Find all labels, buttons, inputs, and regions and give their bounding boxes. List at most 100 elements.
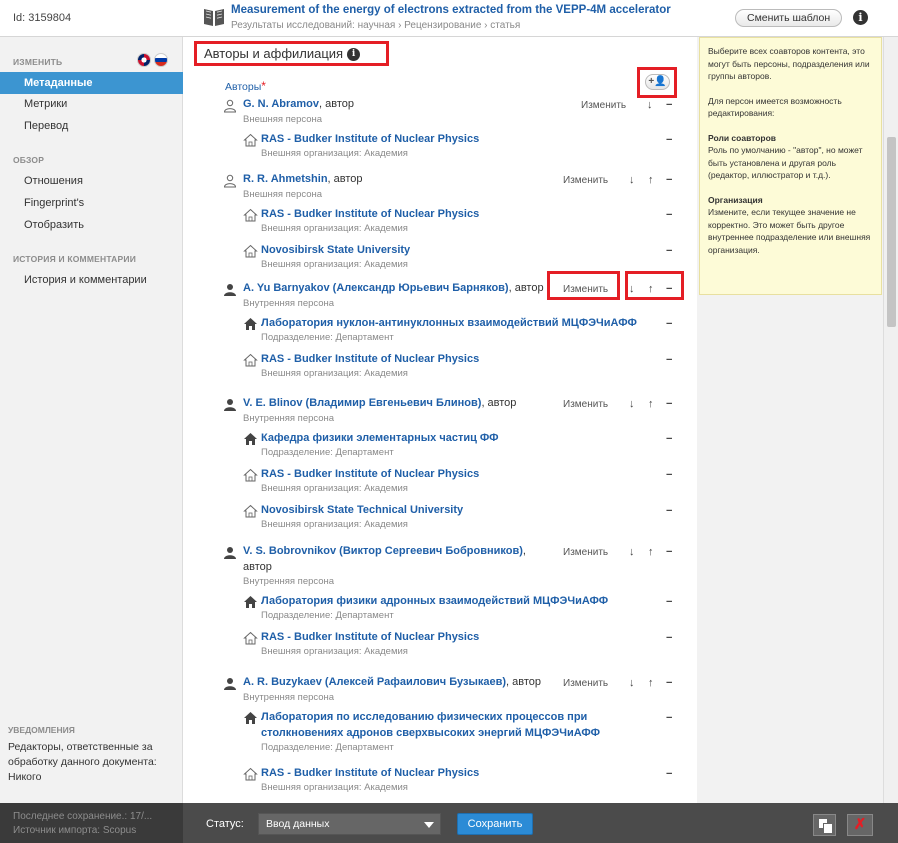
move-down-icon[interactable]: ↓ bbox=[629, 546, 635, 558]
home-icon bbox=[244, 318, 257, 330]
remove-affiliation-icon[interactable]: − bbox=[666, 354, 672, 366]
sidebar-item-translation[interactable]: Перевод bbox=[24, 120, 68, 132]
notifications-text: Редакторы, ответственные за обработку да… bbox=[8, 741, 157, 783]
author-name-link[interactable]: R. R. Ahmetshin bbox=[243, 173, 328, 185]
affiliation-name-link-continued[interactable]: столкновениях адронов сверхвысоких энерг… bbox=[261, 727, 600, 739]
close-button[interactable]: ✗ bbox=[847, 814, 873, 836]
save-button[interactable]: Сохранить bbox=[457, 813, 533, 835]
affiliation-name-link[interactable]: Novosibirsk State Technical University bbox=[261, 504, 463, 516]
edit-author-button[interactable]: Изменить bbox=[563, 547, 608, 558]
remove-affiliation-icon[interactable]: − bbox=[666, 596, 672, 608]
header: Id: 3159804 Measurement of the energy of… bbox=[0, 0, 898, 37]
move-down-icon[interactable]: ↓ bbox=[629, 398, 635, 410]
right-column-background bbox=[699, 295, 883, 803]
affiliation-name-link[interactable]: RAS - Budker Institute of Nuclear Physic… bbox=[261, 133, 479, 145]
remove-author-icon[interactable]: − bbox=[666, 398, 672, 410]
move-down-icon[interactable]: ↓ bbox=[647, 99, 653, 111]
scrollbar-thumb[interactable] bbox=[887, 137, 896, 327]
move-up-icon[interactable]: ↑ bbox=[648, 546, 654, 558]
copy-icon[interactable] bbox=[813, 814, 836, 836]
info-icon[interactable]: i bbox=[853, 10, 868, 25]
affiliation-name-link[interactable]: Лаборатория нуклон-антинуклонных взаимод… bbox=[261, 317, 637, 329]
help-roles: Роли соавторов Роль по умолчанию - "автор… bbox=[708, 132, 873, 182]
footer-info: Последнее сохранение.: 17/... Источник и… bbox=[0, 803, 183, 843]
help-intro: Выберите всех соавторов контента, это мо… bbox=[708, 46, 870, 81]
import-source-text: Источник импорта: Scopus bbox=[13, 825, 137, 836]
author-name: V. E. Blinov (Владимир Евгеньевич Блинов… bbox=[243, 397, 516, 409]
author-name-link[interactable]: A. Yu Barnyakov (Александр Юрьевич Барня… bbox=[243, 282, 509, 294]
affiliation-name-link[interactable]: RAS - Budker Institute of Nuclear Physic… bbox=[261, 631, 479, 643]
edit-author-button[interactable]: Изменить bbox=[581, 100, 626, 111]
affiliation-name-link[interactable]: RAS - Budker Institute of Nuclear Physic… bbox=[261, 353, 479, 365]
affiliation-type: Внешняя организация: Академия bbox=[261, 646, 408, 657]
affiliation-name-link[interactable]: RAS - Budker Institute of Nuclear Physic… bbox=[261, 767, 479, 779]
affiliation-name-link[interactable]: Лаборатория по исследованию физических п… bbox=[261, 711, 587, 723]
home-outline-icon bbox=[243, 767, 258, 781]
sidebar-item-display[interactable]: Отобразить bbox=[24, 219, 84, 231]
remove-affiliation-icon[interactable]: − bbox=[666, 134, 672, 146]
uk-flag-icon[interactable] bbox=[137, 53, 151, 67]
change-template-button[interactable]: Сменить шаблон bbox=[735, 9, 843, 27]
remove-affiliation-icon[interactable]: − bbox=[666, 768, 672, 780]
sidebar-heading-edit: ИЗМЕНИТЬ bbox=[13, 57, 63, 67]
remove-author-icon[interactable]: − bbox=[666, 677, 672, 689]
edit-author-button[interactable]: Изменить bbox=[563, 175, 608, 186]
status-select[interactable]: Ввод данных bbox=[258, 813, 441, 835]
remove-affiliation-icon[interactable]: − bbox=[666, 318, 672, 330]
section-title-text: Авторы и аффилиация bbox=[204, 46, 344, 61]
move-up-icon[interactable]: ↑ bbox=[648, 398, 654, 410]
edit-author-button[interactable]: Изменить bbox=[563, 678, 608, 689]
status-select-value: Ввод данных bbox=[266, 818, 330, 830]
home-icon bbox=[244, 433, 257, 445]
person-icon bbox=[224, 547, 236, 559]
author-type: Внутренняя персона bbox=[243, 413, 335, 424]
remove-author-icon[interactable]: − bbox=[666, 99, 672, 111]
sidebar-item-metadata[interactable]: Метаданные bbox=[0, 72, 191, 94]
affiliation-name-link[interactable]: Кафедра физики элементарных частиц ФФ bbox=[261, 432, 499, 444]
remove-affiliation-icon[interactable]: − bbox=[666, 245, 672, 257]
section-info-icon[interactable]: i bbox=[347, 48, 361, 62]
chevron-down-icon bbox=[424, 822, 434, 828]
main-content: Авторы и аффилиация i Авторы* +👤 G. N. Ab… bbox=[183, 37, 697, 803]
author-role: , автор bbox=[319, 98, 354, 110]
sidebar-item-relations[interactable]: Отношения bbox=[24, 175, 83, 187]
person-outline-icon bbox=[223, 99, 237, 113]
remove-affiliation-icon[interactable]: − bbox=[666, 505, 672, 517]
move-down-icon[interactable]: ↓ bbox=[629, 174, 635, 186]
affiliation-type: Внешняя организация: Академия bbox=[261, 223, 408, 234]
author-role: , bbox=[522, 545, 526, 557]
ru-flag-icon[interactable] bbox=[154, 53, 168, 67]
remove-affiliation-icon[interactable]: − bbox=[666, 632, 672, 644]
affiliation-name-link[interactable]: Лаборатория физики адронных взаимодейств… bbox=[261, 595, 608, 607]
sidebar-item-fingerprints[interactable]: Fingerprint's bbox=[24, 197, 84, 209]
add-author-button[interactable]: +👤 bbox=[645, 74, 670, 90]
person-outline-icon bbox=[223, 174, 237, 188]
affiliation-name-link[interactable]: RAS - Budker Institute of Nuclear Physic… bbox=[261, 468, 479, 480]
remove-author-icon[interactable]: − bbox=[666, 174, 672, 186]
document-title[interactable]: Measurement of the energy of electrons e… bbox=[231, 4, 671, 16]
author-name-link[interactable]: V. E. Blinov (Владимир Евгеньевич Блинов… bbox=[243, 397, 481, 409]
scrollbar[interactable] bbox=[883, 37, 898, 803]
move-up-icon[interactable]: ↑ bbox=[648, 174, 654, 186]
remove-affiliation-icon[interactable]: − bbox=[666, 469, 672, 481]
home-outline-icon bbox=[243, 468, 258, 482]
affiliation-name-link[interactable]: RAS - Budker Institute of Nuclear Physic… bbox=[261, 208, 479, 220]
affiliation-type: Внешняя организация: Академия bbox=[261, 148, 408, 159]
move-up-icon[interactable]: ↑ bbox=[648, 677, 654, 689]
author-name-link[interactable]: G. N. Abramov bbox=[243, 98, 319, 110]
affiliation-name-link[interactable]: Novosibirsk State University bbox=[261, 244, 410, 256]
remove-affiliation-icon[interactable]: − bbox=[666, 209, 672, 221]
edit-author-button[interactable]: Изменить bbox=[563, 399, 608, 410]
sidebar-item-metrics[interactable]: Метрики bbox=[24, 98, 67, 110]
author-name-link[interactable]: V. S. Bobrovnikov (Виктор Сергеевич Бобр… bbox=[243, 545, 523, 557]
document-type-breadcrumb: Результаты исследований: научная › Рецен… bbox=[231, 20, 521, 31]
remove-affiliation-icon[interactable]: − bbox=[666, 712, 672, 724]
add-author-highlight: +👤 bbox=[637, 67, 677, 98]
remove-author-icon[interactable]: − bbox=[666, 546, 672, 558]
sidebar-item-history-comments[interactable]: История и комментарии bbox=[24, 274, 147, 286]
move-down-icon[interactable]: ↓ bbox=[629, 677, 635, 689]
author-name-link[interactable]: A. R. Buzykaev (Алексей Рафаилович Бузык… bbox=[243, 676, 506, 688]
author-role: , автор bbox=[327, 173, 363, 185]
affiliation-type: Подразделение: Департамент bbox=[261, 610, 394, 621]
remove-affiliation-icon[interactable]: − bbox=[666, 433, 672, 445]
